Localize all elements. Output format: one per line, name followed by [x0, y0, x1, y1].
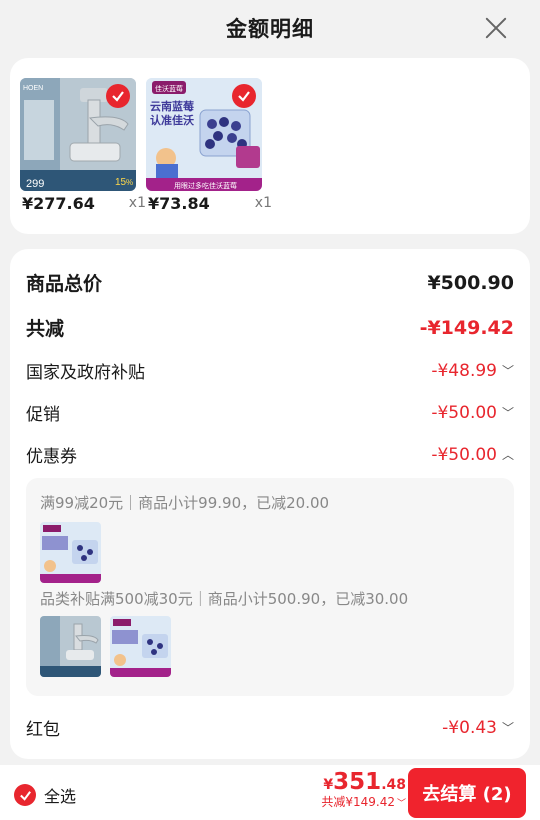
blueberry-image [110, 616, 171, 677]
redpacket-label: 红包 [26, 720, 60, 740]
goods-total-value: ¥500.90 [427, 271, 514, 294]
product-qty: x1 [128, 195, 146, 211]
coupon-line: 品类补贴满500减30元｜商品小计500.90，已减30.00 [40, 590, 409, 608]
subsidy-value: -¥48.99 [431, 360, 497, 381]
subsidy-value-wrap: -¥48.99 ﹀ [431, 361, 514, 381]
products-card: HOEN 299 15 % ¥277.64 x1 佳沃蓝莓 云南蓝莓 认准佳沃 … [10, 58, 530, 234]
bottom-checkout-bar: 全选 ¥351.48 共减¥149.42 ﹀ 去结算 (2) [0, 765, 540, 820]
thumb-slogan: 用眼过多吃佳沃蓝莓 [174, 181, 237, 190]
discount-total-label: 共减 [26, 318, 65, 340]
total-amount-line: ¥351.48 [321, 769, 406, 795]
promo-label: 促销 [26, 405, 60, 425]
amount-detail-sheet: 金额明细 HOEN 299 15 % ¥277.64 x1 佳沃蓝莓 云南蓝莓 … [0, 0, 540, 765]
total-discount-line: 共减¥149.42 ﹀ [321, 793, 406, 810]
price-details-card: 商品总价 ¥500.90 共减 -¥149.42 国家及政府补贴 -¥48.99… [10, 249, 530, 759]
thumb-headline: 云南蓝莓 [150, 99, 194, 113]
coupon-label: 优惠券 [26, 447, 77, 467]
goods-total-label: 商品总价 [26, 273, 103, 295]
blueberry-image [40, 522, 101, 583]
goods-total-row: 商品总价 ¥500.90 [26, 269, 514, 296]
thumb-percent: 15 [115, 177, 127, 188]
chevron-down-icon: ﹀ [396, 799, 406, 809]
thumb-brand-text: HOEN [23, 85, 43, 92]
redpacket-row[interactable]: 红包 -¥0.43 ﹀ [26, 715, 514, 741]
chevron-up-icon: ︿ [501, 448, 514, 462]
coupon-value: -¥50.00 [431, 444, 497, 465]
select-all-label: 全选 [44, 787, 77, 806]
product-item[interactable]: 佳沃蓝莓 云南蓝莓 认准佳沃 用眼过多吃佳沃蓝莓 ¥73.84 x1 [146, 78, 272, 218]
total-discount: 共减¥149.42 [321, 795, 395, 809]
checkbox-checked-icon[interactable] [232, 84, 256, 108]
promo-row[interactable]: 促销 -¥50.00 ﹀ [26, 400, 514, 426]
chevron-down-icon: ﹀ [501, 721, 514, 735]
svg-text:%: % [126, 178, 133, 187]
discount-total-row: 共减 -¥149.42 [26, 314, 514, 341]
redpacket-value: -¥0.43 [442, 717, 497, 738]
currency-symbol: ¥ [323, 777, 334, 793]
subsidy-row[interactable]: 国家及政府补贴 -¥48.99 ﹀ [26, 358, 514, 384]
checkout-button[interactable]: 去结算 (2) [408, 768, 526, 818]
coupon-detail-box: 满99减20元｜商品小计99.90，已减20.00 品类补贴满500减30元｜商… [26, 478, 514, 696]
redpacket-value-wrap: -¥0.43 ﹀ [442, 718, 514, 738]
thumb-brand: 佳沃蓝莓 [155, 84, 183, 93]
blueberry-image: 佳沃蓝莓 云南蓝莓 认准佳沃 用眼过多吃佳沃蓝莓 [146, 78, 262, 191]
promo-value-wrap: -¥50.00 ﹀ [431, 403, 514, 423]
total-amount[interactable]: ¥351.48 共减¥149.42 ﹀ [321, 769, 406, 810]
chevron-down-icon: ﹀ [501, 364, 514, 378]
coupon-value-wrap: -¥50.00 ︿ [431, 445, 514, 465]
select-all-toggle[interactable]: 全选 [14, 783, 76, 807]
chevron-down-icon: ﹀ [501, 406, 514, 420]
coupon-row[interactable]: 优惠券 -¥50.00 ︿ [26, 442, 514, 468]
close-icon[interactable] [484, 16, 508, 40]
sheet-header: 金额明细 [0, 0, 540, 56]
page-title: 金额明细 [226, 17, 314, 41]
amount-integer: 351 [333, 769, 382, 795]
checkbox-checked-icon[interactable] [14, 784, 36, 806]
checkbox-checked-icon[interactable] [106, 84, 130, 108]
coupon-line: 满99减20元｜商品小计99.90，已减20.00 [40, 494, 330, 512]
discount-total-value: -¥149.42 [419, 316, 514, 339]
amount-decimal: .48 [381, 777, 406, 793]
faucet-image [40, 616, 101, 677]
product-qty: x1 [254, 195, 272, 211]
thumb-subheadline: 认准佳沃 [150, 113, 195, 127]
promo-value: -¥50.00 [431, 402, 497, 423]
subsidy-label: 国家及政府补贴 [26, 363, 145, 383]
faucet-image: HOEN 299 15 % [20, 78, 136, 191]
product-price: ¥73.84 [148, 194, 210, 213]
product-item[interactable]: HOEN 299 15 % ¥277.64 x1 [20, 78, 146, 218]
product-price: ¥277.64 [22, 194, 95, 213]
thumb-price-badge: 299 [26, 178, 44, 190]
